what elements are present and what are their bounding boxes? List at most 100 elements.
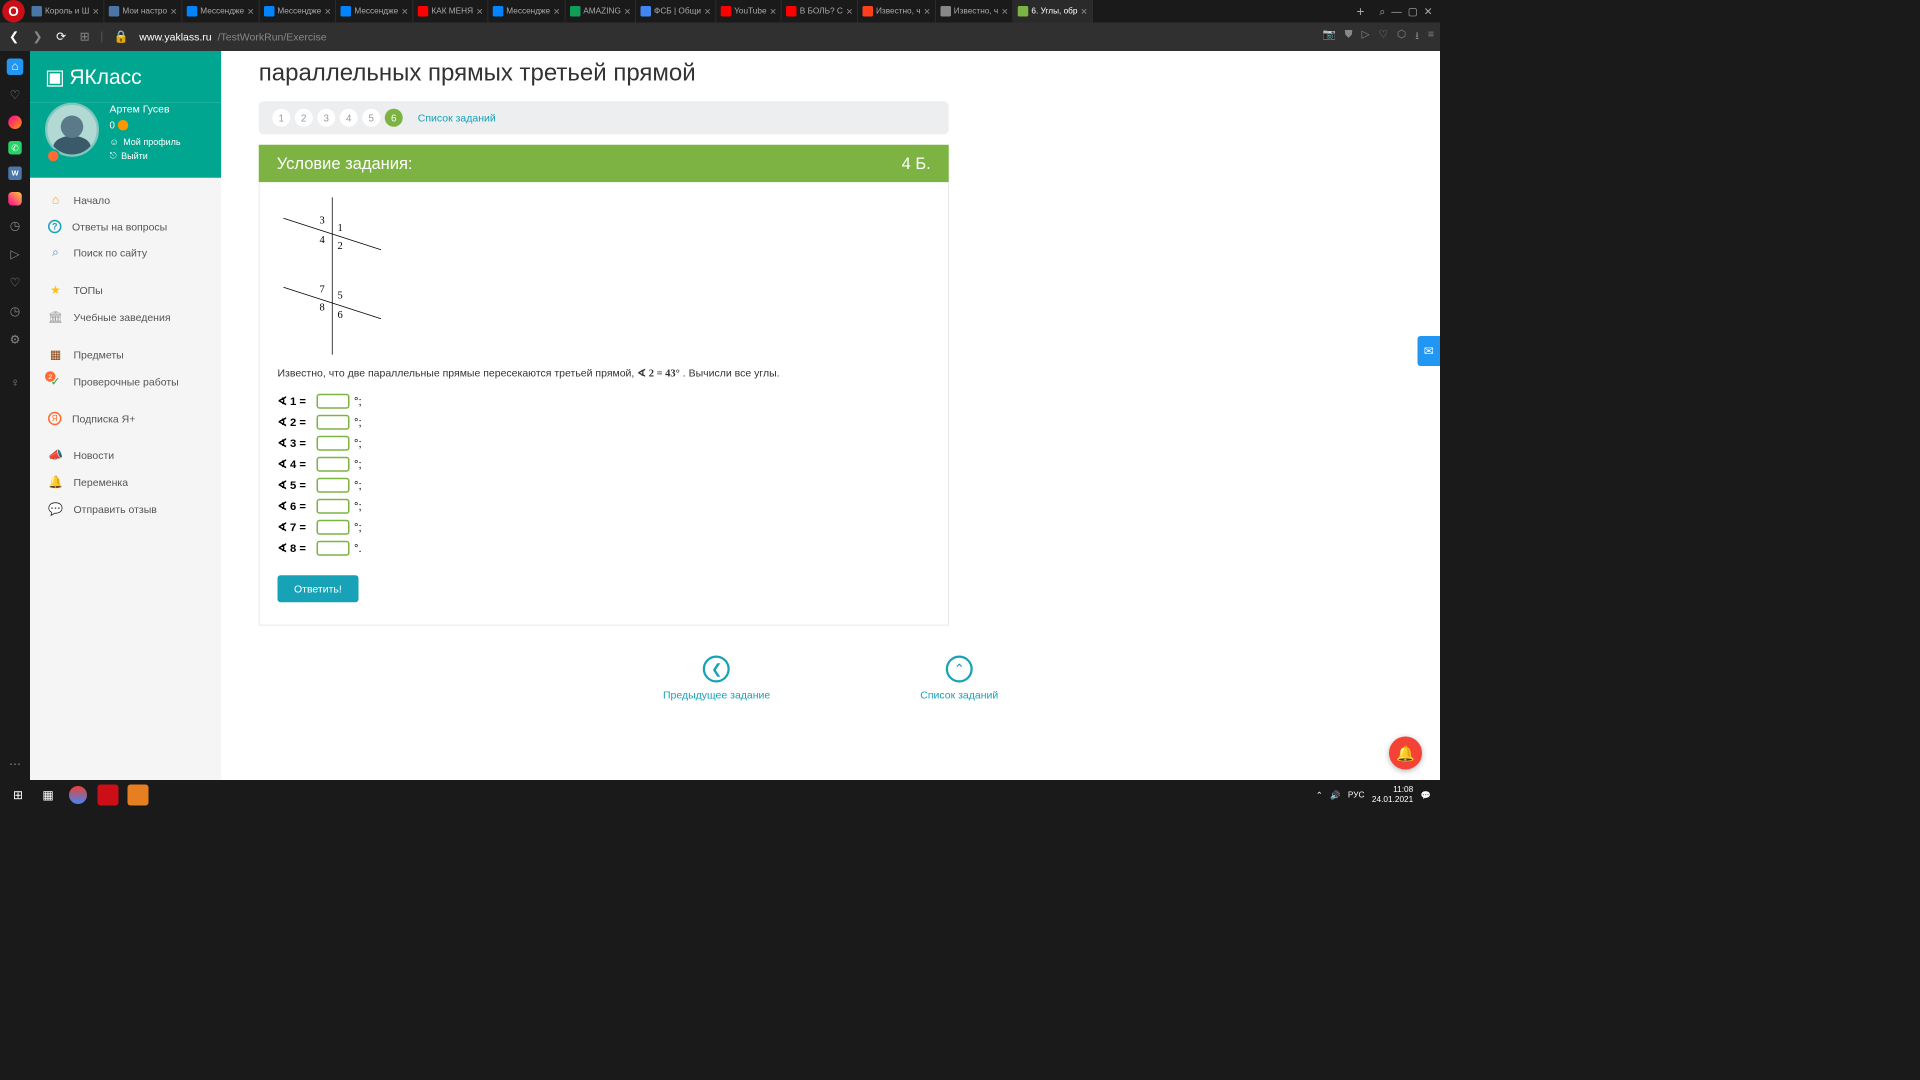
task-nav-3[interactable]: 3 xyxy=(317,109,335,127)
notification-bell-icon[interactable]: 🔔 xyxy=(1389,737,1422,770)
start-button[interactable]: ⊞ xyxy=(3,780,33,810)
speed-dial-icon[interactable]: ⌂ xyxy=(7,59,24,76)
vk-icon[interactable]: W xyxy=(8,167,22,181)
task-view-icon[interactable]: ▦ xyxy=(33,780,63,810)
messenger-icon[interactable] xyxy=(8,116,22,130)
play-icon[interactable]: ▷ xyxy=(7,246,24,263)
close-tab-icon[interactable]: ✕ xyxy=(476,6,483,16)
task-list-button[interactable]: ⌃ Список заданий xyxy=(920,656,998,701)
opera-taskbar-icon[interactable] xyxy=(98,785,119,806)
close-tab-icon[interactable]: ✕ xyxy=(247,6,254,16)
shield-icon[interactable]: ⛊ xyxy=(1345,28,1353,46)
task-nav-2[interactable]: 2 xyxy=(295,109,313,127)
sidebar-item-tops[interactable]: ★ТОПы xyxy=(30,277,221,304)
settings-icon[interactable]: ⚙ xyxy=(7,332,24,349)
mail-tab-icon[interactable]: ✉ xyxy=(1418,336,1441,366)
new-tab-button[interactable]: + xyxy=(1349,3,1372,19)
task-list-link[interactable]: Список заданий xyxy=(418,112,496,124)
heart-icon[interactable]: ♡ xyxy=(1379,28,1388,46)
browser-tab[interactable]: Известно, ч✕ xyxy=(858,0,936,23)
yaklass-logo[interactable]: ▣ ЯКласс xyxy=(45,65,206,90)
chrome-icon[interactable] xyxy=(69,786,87,804)
task-nav-4[interactable]: 4 xyxy=(340,109,358,127)
task-nav-6[interactable]: 6 xyxy=(385,109,403,127)
my-profile-link[interactable]: ☺Мой профиль xyxy=(110,137,181,148)
angle-8-input[interactable] xyxy=(317,541,350,556)
send-icon[interactable]: ▷ xyxy=(1362,28,1370,46)
forward-button[interactable]: ❯ xyxy=(30,26,46,47)
minimize-icon[interactable]: — xyxy=(1391,5,1402,18)
opera-menu-icon[interactable]: O xyxy=(2,0,25,23)
bulb-icon[interactable]: ♀ xyxy=(7,375,24,392)
angle-7-input[interactable] xyxy=(317,520,350,535)
prev-task-button[interactable]: ❮ Предыдущее задание xyxy=(663,656,770,701)
clock[interactable]: 11:08 24.01.2021 xyxy=(1372,785,1413,805)
tray-chevron-icon[interactable]: ⌃ xyxy=(1316,790,1323,800)
close-tab-icon[interactable]: ✕ xyxy=(846,6,853,16)
close-tab-icon[interactable]: ✕ xyxy=(1080,6,1087,16)
notifications-icon[interactable]: 💬 xyxy=(1421,790,1431,800)
close-tab-icon[interactable]: ✕ xyxy=(770,6,777,16)
sidebar-item-home[interactable]: ⌂Начало xyxy=(30,187,221,214)
close-tab-icon[interactable]: ✕ xyxy=(553,6,560,16)
close-tab-icon[interactable]: ✕ xyxy=(92,6,99,16)
volume-icon[interactable]: 🔊 xyxy=(1330,790,1340,800)
cube-icon[interactable]: ⬡ xyxy=(1397,28,1406,46)
angle-1-input[interactable] xyxy=(317,394,350,409)
camera-icon[interactable]: 📷 xyxy=(1323,28,1336,46)
angle-6-input[interactable] xyxy=(317,499,350,514)
close-tab-icon[interactable]: ✕ xyxy=(704,6,711,16)
close-tab-icon[interactable]: ✕ xyxy=(624,6,631,16)
sidebar-item-tests[interactable]: ✓2Проверочные работы xyxy=(30,368,221,395)
close-tab-icon[interactable]: ✕ xyxy=(401,6,408,16)
browser-tab[interactable]: Мессендже✕ xyxy=(488,0,565,23)
menu-icon[interactable]: ≡ xyxy=(1428,28,1434,46)
close-tab-icon[interactable]: ✕ xyxy=(924,6,931,16)
browser-tab[interactable]: YouTube✕ xyxy=(716,0,782,23)
close-tab-icon[interactable]: ✕ xyxy=(1001,6,1008,16)
sidebar-item-search[interactable]: ⌕Поиск по сайту xyxy=(30,239,221,266)
back-button[interactable]: ❮ xyxy=(6,26,22,47)
close-window-icon[interactable]: ✕ xyxy=(1424,5,1433,18)
reload-button[interactable]: ⟳ xyxy=(53,26,69,47)
language-indicator[interactable]: РУС xyxy=(1348,791,1365,800)
sidebar-item-break[interactable]: 🔔Переменка xyxy=(30,469,221,496)
angle-5-input[interactable] xyxy=(317,478,350,493)
browser-tab[interactable]: Мессендже✕ xyxy=(336,0,413,23)
close-tab-icon[interactable]: ✕ xyxy=(324,6,331,16)
address-bar[interactable]: www.yaklass.ru/TestWorkRun/Exercise xyxy=(139,31,1315,43)
browser-tab[interactable]: В БОЛЬ? С✕ xyxy=(782,0,858,23)
app-icon[interactable] xyxy=(128,785,149,806)
angle-2-input[interactable] xyxy=(317,415,350,430)
instagram-icon[interactable] xyxy=(8,192,22,206)
more-icon[interactable]: ⋯ xyxy=(7,756,24,773)
whatsapp-icon[interactable]: ✆ xyxy=(8,141,22,155)
heart-sidebar-icon[interactable]: ♡ xyxy=(7,275,24,292)
sidebar-item-feedback[interactable]: 💬Отправить отзыв xyxy=(30,496,221,523)
sidebar-item-subjects[interactable]: ▦Предметы xyxy=(30,341,221,368)
browser-tab[interactable]: Известно, ч✕ xyxy=(936,0,1014,23)
angle-4-input[interactable] xyxy=(317,457,350,472)
apps-icon[interactable]: ⊞ xyxy=(77,26,93,47)
task-nav-1[interactable]: 1 xyxy=(272,109,290,127)
task-nav-5[interactable]: 5 xyxy=(362,109,380,127)
browser-tab[interactable]: Король и Ш✕ xyxy=(27,0,104,23)
browser-tab[interactable]: AMAZING✕ xyxy=(565,0,636,23)
sidebar-item-schools[interactable]: 🏛Учебные заведения xyxy=(30,304,221,331)
close-tab-icon[interactable]: ✕ xyxy=(170,6,177,16)
clock-icon[interactable]: ◷ xyxy=(7,218,24,235)
maximize-icon[interactable]: ▢ xyxy=(1408,5,1418,18)
logout-link[interactable]: ⎋Выйти xyxy=(110,150,181,161)
sidebar-item-news[interactable]: 📣Новости xyxy=(30,442,221,469)
submit-button[interactable]: Ответить! xyxy=(278,575,359,602)
browser-tab[interactable]: 6. Углы, обр✕ xyxy=(1013,0,1092,23)
sidebar-item-subscribe[interactable]: ЯПодписка Я+ xyxy=(30,406,221,432)
bookmarks-icon[interactable]: ♡ xyxy=(7,87,24,104)
browser-tab[interactable]: Мессендже✕ xyxy=(182,0,259,23)
browser-tab[interactable]: КАК МЕНЯ✕ xyxy=(413,0,488,23)
browser-tab[interactable]: ФСБ | Общи✕ xyxy=(636,0,716,23)
browser-tab[interactable]: Мессендже✕ xyxy=(259,0,336,23)
download-icon[interactable]: ⭳ xyxy=(1415,28,1419,46)
history-icon[interactable]: ◷ xyxy=(7,303,24,320)
browser-tab[interactable]: Мои настро✕ xyxy=(104,0,182,23)
